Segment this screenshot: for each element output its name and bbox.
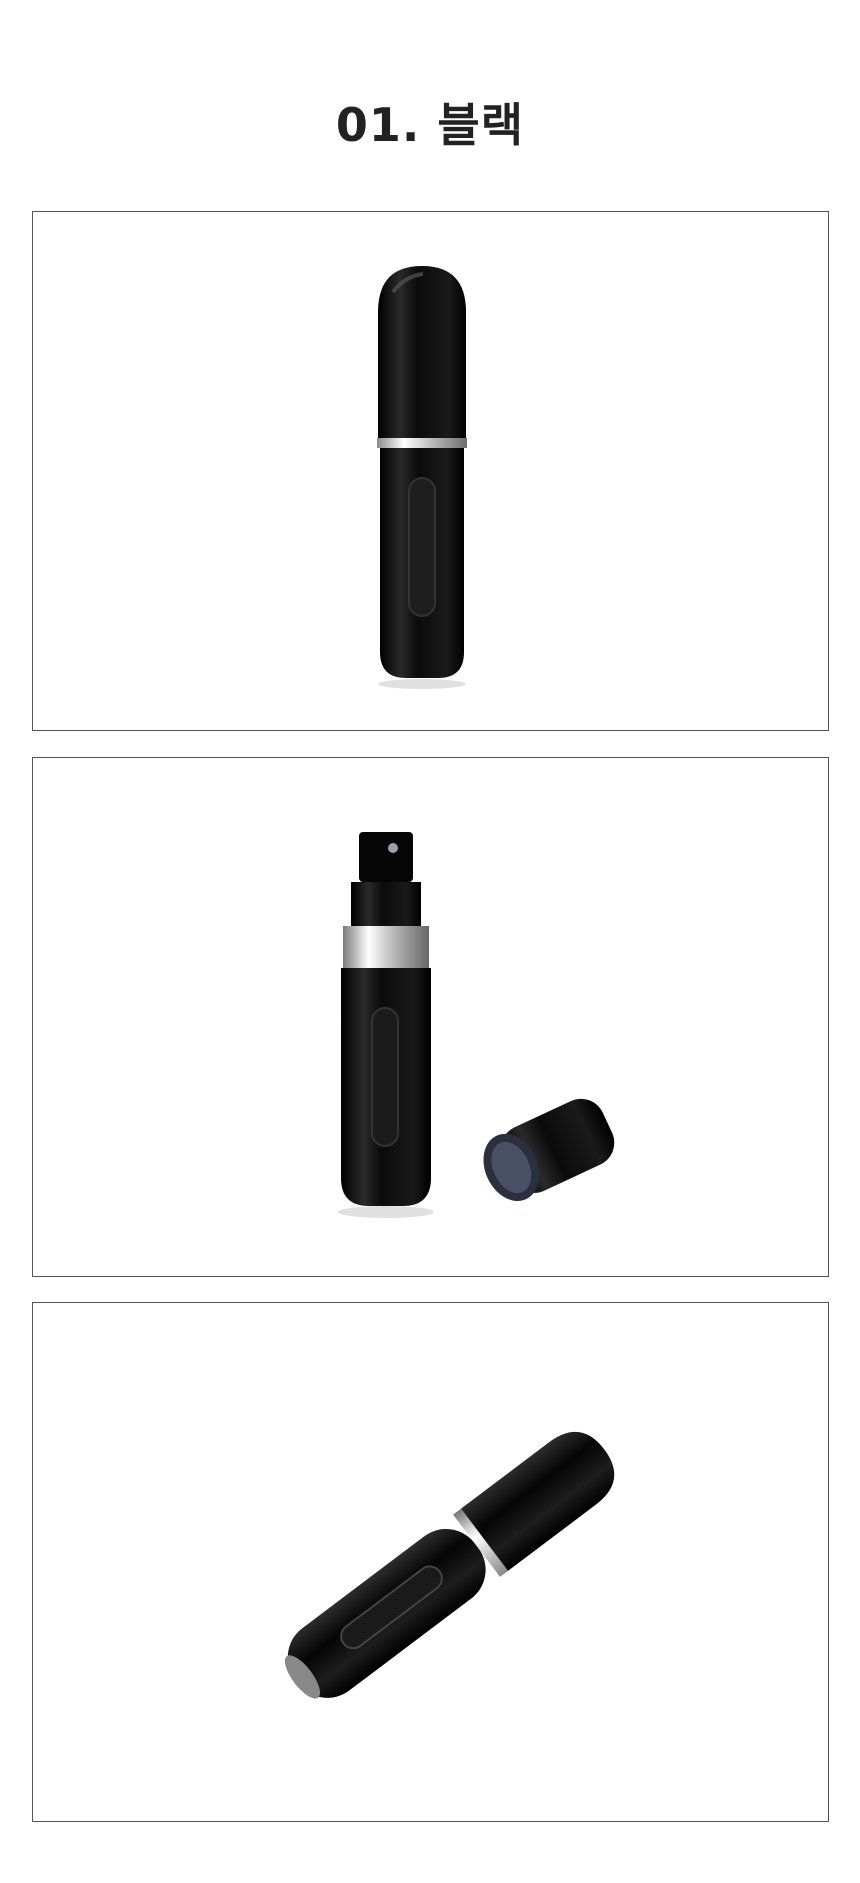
page-title: 01. 블랙 (335, 98, 525, 152)
closed-atomizer-illustration (377, 266, 467, 689)
open-atomizer-illustration (338, 832, 615, 1218)
product-photo-closed (32, 211, 829, 731)
product-photo-diagonal (32, 1302, 829, 1822)
product-photo-open (32, 757, 829, 1277)
diagonal-atomizer-illustration (284, 1431, 615, 1699)
